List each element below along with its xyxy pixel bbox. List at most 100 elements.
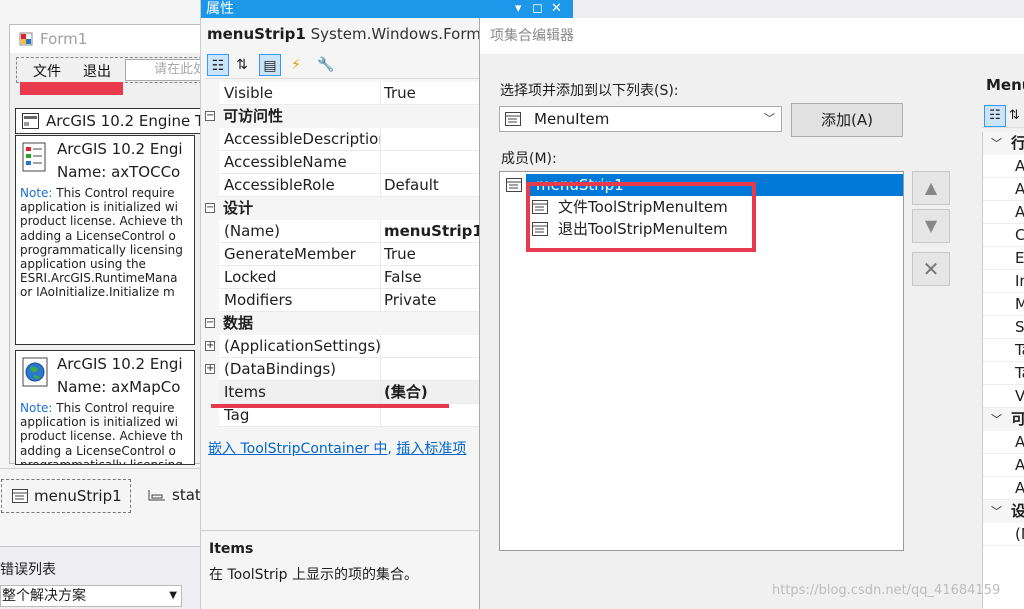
error-list-title: 错误列表 <box>0 562 56 578</box>
prop-row-name[interactable]: (Name) menuStrip1 <box>201 220 483 243</box>
maximize-icon[interactable]: ◻ <box>532 0 543 18</box>
categorized-icon[interactable]: ☷ <box>984 105 1006 127</box>
prop-row[interactable]: A <box>983 155 1024 178</box>
prop-row[interactable]: A <box>983 431 1024 454</box>
toc-control-title: ArcGIS 10.2 Engi <box>57 140 183 158</box>
prop-row-items[interactable]: Items (集合) <box>201 381 483 404</box>
close-icon[interactable]: ✕ <box>551 0 562 18</box>
prop-row-locked[interactable]: Locked False <box>201 266 483 289</box>
menustrip-icon <box>506 178 522 192</box>
item-type-value: MenuItem <box>534 110 610 128</box>
categorized-icon[interactable]: ☷ <box>207 54 229 76</box>
tray-statusstrip-label: stat <box>172 486 201 504</box>
expand-icon[interactable]: + <box>205 341 215 351</box>
events-lightning-icon[interactable]: ⚡ <box>285 54 307 76</box>
prop-row-visible[interactable]: Visible True <box>201 82 483 105</box>
prop-row[interactable]: Co <box>983 224 1024 247</box>
chevron-down-icon: ﹀ <box>991 505 1002 518</box>
prop-value[interactable] <box>381 151 483 174</box>
annotation-underline <box>20 82 123 95</box>
sort-az-icon[interactable]: ⇅ <box>231 54 253 76</box>
prop-value[interactable]: True <box>381 82 483 105</box>
prop-row[interactable]: (N <box>983 523 1024 546</box>
prop-row[interactable]: Ta <box>983 339 1024 362</box>
toc-control-name: Name: axTOCCo <box>57 163 181 181</box>
object-selector[interactable]: menuStrip1 System.Windows.Forms.MenuStri… <box>207 25 483 47</box>
choose-item-label: 选择项并添加到以下列表(S): <box>500 83 679 99</box>
item-type-select[interactable]: MenuItem ﹀ <box>499 106 782 132</box>
prop-value[interactable] <box>381 358 483 381</box>
prop-row[interactable]: A <box>983 454 1024 477</box>
prop-name: Modifiers <box>219 289 381 312</box>
prop-row-accessible-description[interactable]: AccessibleDescription <box>201 128 483 151</box>
sort-az-icon[interactable]: ⇅ <box>1009 105 1020 127</box>
description-title: Items <box>209 541 254 557</box>
prop-row[interactable]: A <box>983 201 1024 224</box>
add-button[interactable]: 添加(A) <box>791 103 903 137</box>
move-down-button[interactable]: ▼ <box>912 209 950 243</box>
close-x-icon: ✕ <box>922 257 940 281</box>
prop-value[interactable]: menuStrip1 <box>381 220 483 243</box>
prop-category-accessibility[interactable]: − 可访问性 <box>201 105 483 128</box>
menustrip-design[interactable]: 文件 退出 请在此处键入 <box>16 57 202 83</box>
prop-category[interactable]: ﹀ 设 <box>983 500 1024 523</box>
prop-row-data-bindings[interactable]: + (DataBindings) <box>201 358 483 381</box>
link-separator: , <box>387 441 397 457</box>
arcgis-toolbar-control[interactable]: ArcGIS 10.2 Engine T <box>15 108 202 134</box>
prop-value[interactable] <box>381 335 483 358</box>
prop-row-application-settings[interactable]: + (ApplicationSettings) <box>201 335 483 358</box>
collapse-icon[interactable]: − <box>205 318 215 328</box>
prop-row[interactable]: A <box>983 477 1024 500</box>
note-label: Note: <box>20 401 53 415</box>
error-list-scope-select[interactable]: 整个解决方案 ▼ <box>0 585 182 607</box>
prop-category[interactable]: ﹀ 行 <box>983 132 1024 155</box>
prop-name: AccessibleRole <box>219 174 381 197</box>
prop-value[interactable] <box>381 128 483 151</box>
annotation-highlight-box <box>526 182 756 252</box>
prop-row[interactable]: M <box>983 293 1024 316</box>
prop-row[interactable]: Vi <box>983 385 1024 408</box>
prop-value[interactable]: Default <box>381 174 483 197</box>
prop-row[interactable]: In <box>983 270 1024 293</box>
collection-editor-dialog: 项集合编辑器 选择项并添加到以下列表(S): MenuItem ﹀ 添加(A) … <box>479 18 1024 609</box>
prop-row-modifiers[interactable]: Modifiers Private <box>201 289 483 312</box>
toc-control-icon <box>22 142 46 172</box>
move-up-button[interactable]: ▲ <box>912 171 950 205</box>
prop-category[interactable]: ﹀ 可 <box>983 408 1024 431</box>
collapse-icon[interactable]: − <box>205 203 215 213</box>
prop-row[interactable]: Ta <box>983 362 1024 385</box>
error-list-scope-value: 整个解决方案 <box>2 588 86 604</box>
tray-statusstrip[interactable]: stat <box>148 479 201 511</box>
property-pages-wrench-icon[interactable]: 🔧 <box>315 54 337 76</box>
prop-category-data[interactable]: − 数据 <box>201 312 483 335</box>
toc-control-panel[interactable]: ArcGIS 10.2 Engi Name: axTOCCo Note: Thi… <box>15 135 195 345</box>
form1-title-bar: Form1 <box>10 25 202 53</box>
prop-row-accessible-role[interactable]: AccessibleRole Default <box>201 174 483 197</box>
prop-row[interactable]: A <box>983 178 1024 201</box>
menu-item-file[interactable]: 文件 <box>33 61 61 81</box>
prop-value[interactable]: Private <box>381 289 483 312</box>
properties-icon[interactable]: ▤ <box>259 54 281 76</box>
prop-category-design[interactable]: − 设计 <box>201 197 483 220</box>
menu-item-exit[interactable]: 退出 <box>83 61 111 81</box>
prop-value[interactable]: (集合) <box>381 381 483 404</box>
form1-title-text: Form1 <box>40 30 88 48</box>
map-control-panel[interactable]: ArcGIS 10.2 Engi Name: axMapCo Note: Thi… <box>15 350 195 465</box>
prop-row[interactable]: Er <box>983 247 1024 270</box>
prop-value[interactable]: False <box>381 266 483 289</box>
link-embed-toolstripcontainer[interactable]: 嵌入 ToolStripContainer 中 <box>208 441 387 457</box>
item-property-toolbar: ☷ ⇅ <box>982 104 1024 128</box>
window-menu-icon[interactable]: ▾ <box>515 0 522 18</box>
menu-type-here[interactable]: 请在此处键入 <box>125 59 202 81</box>
collapse-icon[interactable]: − <box>205 111 215 121</box>
expand-icon[interactable]: + <box>205 364 215 374</box>
prop-row[interactable]: Sh <box>983 316 1024 339</box>
prop-row-generate-member[interactable]: GenerateMember True <box>201 243 483 266</box>
remove-button[interactable]: ✕ <box>912 252 950 286</box>
link-insert-standard-items[interactable]: 插入标准项 <box>396 441 466 457</box>
tray-menustrip[interactable]: menuStrip1 <box>1 479 131 513</box>
prop-value[interactable]: True <box>381 243 483 266</box>
prop-row-accessible-name[interactable]: AccessibleName <box>201 151 483 174</box>
arcgis-tab-label: ArcGIS 10.2 Engine T <box>46 112 202 130</box>
prop-name: (Name) <box>219 220 381 243</box>
